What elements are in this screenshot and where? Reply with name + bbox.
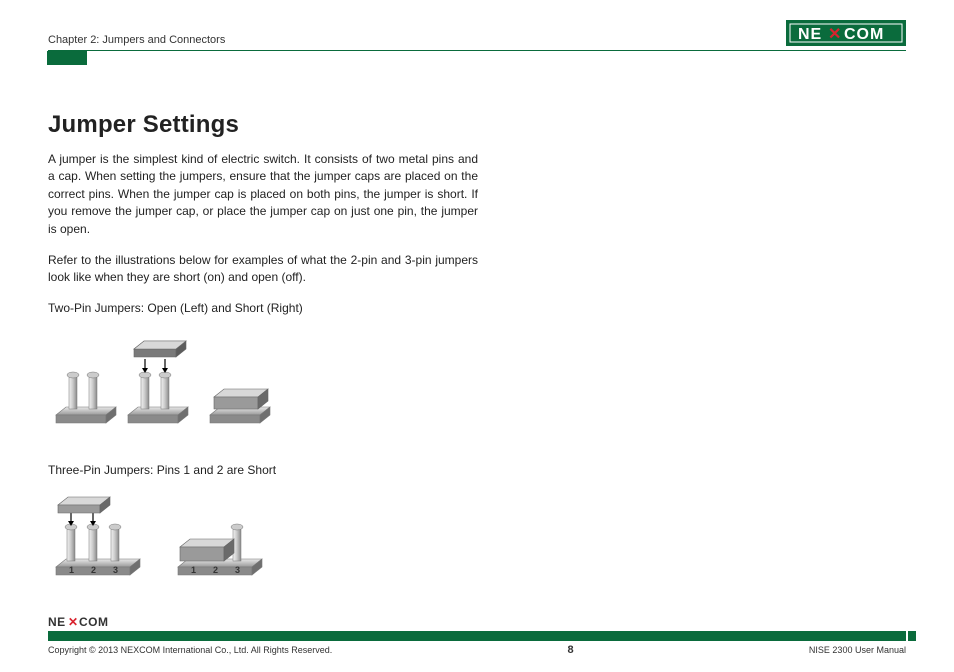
brand-logo-header: NE ✕ COM [786,20,906,46]
pin-label-1b: 1 [191,565,196,575]
pin-label-2b: 2 [213,565,218,575]
svg-text:COM: COM [844,26,884,43]
svg-text:NE: NE [798,26,822,43]
pin-label-2: 2 [91,565,96,575]
three-pin-illustration: 1 2 3 [48,487,478,587]
header-tab [47,51,87,65]
chapter-label: Chapter 2: Jumpers and Connectors [48,34,225,46]
brand-logo-footer: NE ✕ COM [48,615,906,629]
page-title: Jumper Settings [48,111,478,139]
intro-paragraph-2: Refer to the illustrations below for exa… [48,252,478,287]
manual-name: NISE 2300 User Manual [809,645,906,655]
three-pin-caption: Three-Pin Jumpers: Pins 1 and 2 are Shor… [48,463,478,477]
pin-label-1: 1 [69,565,74,575]
intro-paragraph-1: A jumper is the simplest kind of electri… [48,151,478,238]
copyright-text: Copyright © 2013 NEXCOM International Co… [48,645,332,655]
svg-text:NE: NE [48,615,66,629]
pin-label-3b: 3 [235,565,240,575]
footer-bar [48,631,906,641]
svg-text:✕: ✕ [828,26,841,43]
header-rule [48,50,906,51]
two-pin-caption: Two-Pin Jumpers: Open (Left) and Short (… [48,301,478,315]
svg-text:COM: COM [79,615,109,629]
pin-label-3: 3 [113,565,118,575]
two-pin-illustration [48,325,478,435]
page-number: 8 [568,644,574,656]
svg-text:✕: ✕ [68,615,78,629]
